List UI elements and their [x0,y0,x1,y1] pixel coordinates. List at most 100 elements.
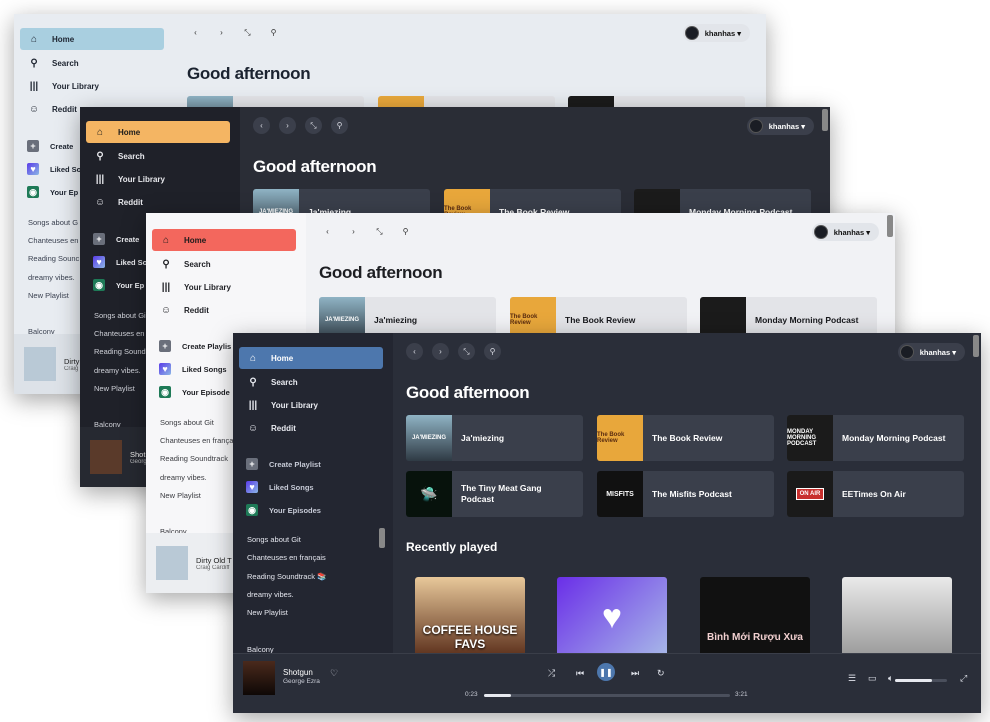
shortcut-tile[interactable]: MONDAY MORNING PODCAST Monday Morning Pod… [787,415,964,461]
user-menu[interactable]: khanhas ▾ [897,343,965,361]
nav-search[interactable]: ⚲ Search [152,253,296,275]
your-episodes-link[interactable]: ◉ Your Ep [27,186,78,198]
liked-songs-link[interactable]: ♥ Liked So [93,256,147,268]
nav-library[interactable]: ||| Your Library [20,75,164,97]
playlist-item[interactable]: New Playlist [28,291,69,300]
create-playlist-button[interactable]: + Create [93,233,139,245]
collapse-icon[interactable]: ⤡ [305,117,322,134]
your-episodes-link[interactable]: ◉ Your Episodes [246,504,321,516]
collapse-icon[interactable]: ⤡ [371,223,388,240]
forward-icon[interactable]: › [213,24,230,41]
nav-home[interactable]: ⌂ Home [86,121,230,143]
playlist-item[interactable]: Reading Sounc [28,254,79,263]
playlist-item[interactable]: Songs about Git [160,418,214,427]
recent-card[interactable]: COFFEE HOUSE FAVS [415,577,525,657]
nav-home[interactable]: ⌂ Home [152,229,296,251]
next-icon[interactable]: ⏭ [631,668,639,679]
playlist-item[interactable]: New Playlist [247,608,288,617]
playlist-item[interactable]: dreamy vibes. [28,273,75,282]
liked-songs-link[interactable]: ♥ Liked Songs [159,363,227,375]
nav-home[interactable]: ⌂ Home [239,347,383,369]
playlist-item[interactable]: Chanteuses en françai [160,436,235,445]
playlist-item[interactable]: Songs about Git [247,535,301,544]
playlist-item[interactable]: New Playlist [94,384,135,393]
devices-icon[interactable]: ▭ [868,673,877,684]
nav-search[interactable]: ⚲ Search [86,145,230,167]
playlist-item[interactable]: New Playlist [160,491,201,500]
playlist-item[interactable]: dreamy vibes. [247,590,294,599]
volume-slider[interactable] [895,679,947,682]
track-artist[interactable]: George Ezra [283,678,320,685]
previous-icon[interactable]: ⏮ [576,668,584,679]
liked-songs-link[interactable]: ♥ Liked Songs [246,481,314,493]
recent-card[interactable] [842,577,952,657]
shortcut-tile[interactable]: The Book ReviewThe Book Review [597,415,774,461]
album-art[interactable] [243,661,275,695]
shortcut-tile[interactable]: MISFITS The Misfits Podcast [597,471,774,517]
user-menu[interactable]: khanhas ▾ [811,223,879,241]
playlist-item[interactable]: dreamy vibes. [94,366,141,375]
playlist-item[interactable]: Chanteuses en [28,236,78,245]
dev-tools-icon[interactable]: ⚲ [484,343,501,360]
dev-tools-icon[interactable]: ⚲ [331,117,348,134]
back-icon[interactable]: ‹ [187,24,204,41]
plus-icon: + [93,233,105,245]
sidebar-scrollbar[interactable] [379,528,385,548]
nav-library[interactable]: ||| Your Library [152,276,296,298]
album-art[interactable] [24,347,56,381]
shortcut-tile[interactable]: JA'MIEZING Ja'miezing [406,415,583,461]
nav-library[interactable]: ||| Your Library [239,394,383,416]
playlist-item[interactable]: Chanteuses en français [247,553,326,562]
scrollbar[interactable] [973,335,979,357]
queue-icon[interactable]: ☰ [848,673,856,684]
nav-reddit[interactable]: ☺ Reddit [239,417,383,439]
back-icon[interactable]: ‹ [406,343,423,360]
dev-tools-icon[interactable]: ⚲ [397,223,414,240]
create-playlist-button[interactable]: + Create Playlist [246,458,321,470]
playlist-item[interactable]: Reading Soundtrack 📚 [247,572,326,581]
nav-library[interactable]: ||| Your Library [86,168,230,190]
nav-search[interactable]: ⚲ Search [20,52,164,74]
shortcut-tile[interactable]: ON AIR EETimes On Air [787,471,964,517]
fullscreen-icon[interactable]: ⤢ [960,673,967,684]
your-episodes-link[interactable]: ◉ Your Episode [159,386,230,398]
recent-card[interactable]: ♥ [557,577,667,657]
collapse-icon[interactable]: ⤡ [239,24,256,41]
create-playlist-button[interactable]: + Create Playlis [159,340,231,352]
playlist-item[interactable]: dreamy vibes. [160,473,207,482]
playlist-item[interactable]: Reading Sound [94,347,146,356]
album-art[interactable] [156,546,188,580]
playlist-item[interactable]: Reading Soundtrack [160,454,228,463]
scrollbar[interactable] [887,215,893,237]
album-art[interactable] [90,440,122,474]
back-icon[interactable]: ‹ [253,117,270,134]
playlist-item[interactable]: Chanteuses en [94,329,144,338]
volume-icon[interactable]: 🔈︎ [888,673,893,684]
playlist-item[interactable]: Songs about G [28,218,78,227]
shuffle-icon[interactable]: ⤮ [548,668,555,679]
forward-icon[interactable]: › [345,223,362,240]
pause-button[interactable]: ❚❚ [597,663,615,681]
your-episodes-link[interactable]: ◉ Your Ep [93,279,144,291]
track-title[interactable]: Shotgun [283,668,313,677]
forward-icon[interactable]: › [432,343,449,360]
recent-card[interactable]: Bình Mới Rượu Xưa [700,577,810,657]
liked-songs-link[interactable]: ♥ Liked So [27,163,81,175]
collapse-icon[interactable]: ⤡ [458,343,475,360]
shortcut-tile[interactable]: 🛸 The Tiny Meat Gang Podcast [406,471,583,517]
forward-icon[interactable]: › [279,117,296,134]
progress-bar[interactable] [484,694,730,697]
scrollbar[interactable] [822,109,828,131]
user-menu[interactable]: khanhas ▾ [682,24,750,42]
repeat-icon[interactable]: ↻ [657,668,665,679]
create-playlist-button[interactable]: + Create [27,140,73,152]
playlist-item[interactable]: Songs about Gi [94,311,146,320]
dev-tools-icon[interactable]: ⚲ [265,24,282,41]
nav-home[interactable]: ⌂ Home [20,28,164,50]
back-icon[interactable]: ‹ [319,223,336,240]
nav-reddit[interactable]: ☺ Reddit [152,299,296,321]
nav-reddit[interactable]: ☺ Reddit [86,191,230,213]
nav-search[interactable]: ⚲ Search [239,371,383,393]
heart-icon[interactable]: ♡ [330,668,338,679]
user-menu[interactable]: khanhas ▾ [746,117,814,135]
